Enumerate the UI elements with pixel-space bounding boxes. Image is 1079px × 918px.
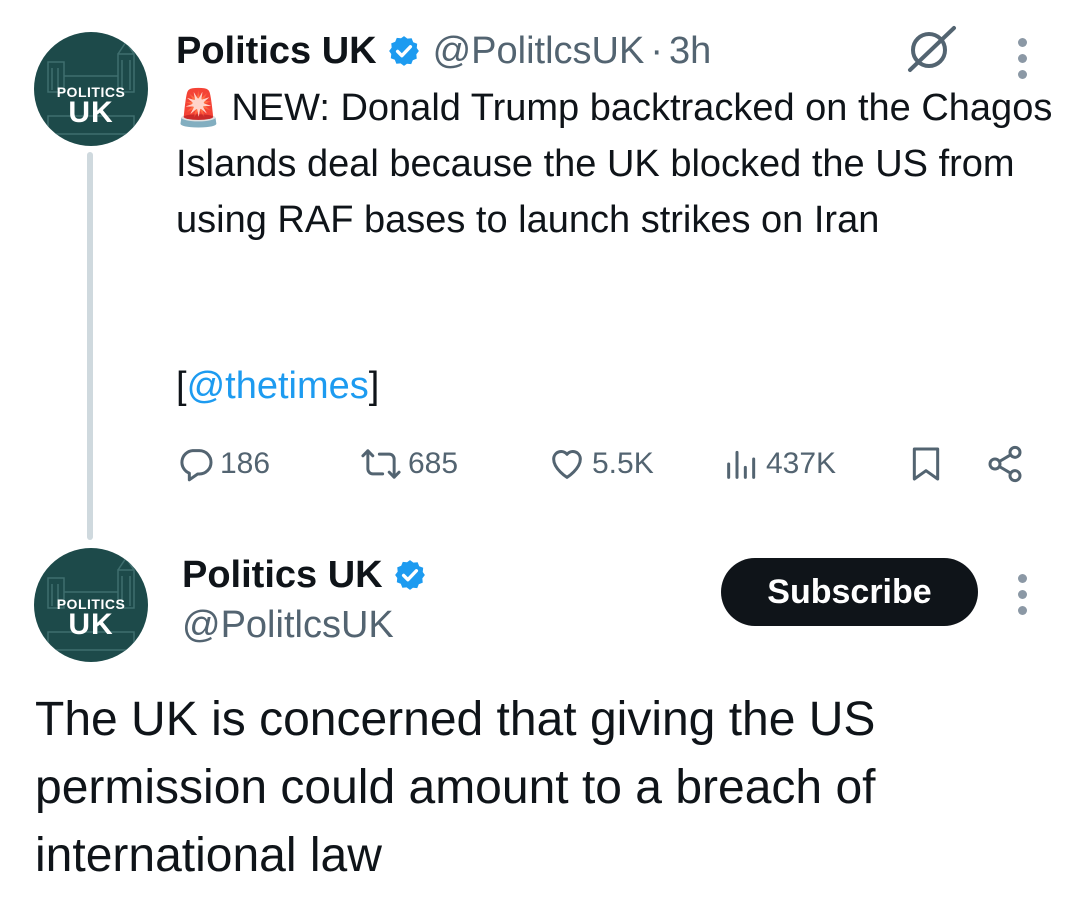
view-count: 437K <box>766 447 837 480</box>
author-name[interactable]: Politics UK <box>176 30 377 73</box>
author-handle[interactable]: @PolitlcsUK <box>182 604 394 647</box>
repost-icon <box>361 449 401 479</box>
subscribe-button[interactable]: Subscribe <box>721 558 978 626</box>
mention-link[interactable]: @thetimes <box>187 365 369 407</box>
verified-badge-icon <box>388 36 419 66</box>
timestamp[interactable]: 3h <box>669 30 711 73</box>
avatar-logo-big-text: UK <box>68 96 114 129</box>
tweet-source: [@thetimes] <box>176 358 1056 414</box>
separator-dot: · <box>650 29 663 72</box>
like-count: 5.5K <box>592 447 654 480</box>
tweet-body: The UK is concerned that giving the US p… <box>35 693 876 882</box>
tweet-text: 🚨 NEW: Donald Trump backtracked on the C… <box>176 80 1056 248</box>
grok-icon[interactable] <box>904 24 958 79</box>
tweet-header: Politics UK @PolitlcsUK · 3h <box>176 28 711 74</box>
like-button[interactable]: 5.5K <box>546 444 654 484</box>
like-icon <box>552 450 582 479</box>
views-icon <box>727 450 756 479</box>
author-handle[interactable]: @PolitlcsUK <box>433 30 645 73</box>
reply-button[interactable]: 186 <box>176 444 270 484</box>
reply-icon <box>180 449 213 482</box>
bookmark-icon[interactable] <box>906 444 946 489</box>
avatar[interactable]: POLITICS UK <box>34 548 148 662</box>
avatar[interactable]: POLITICS UK <box>34 32 148 146</box>
more-icon[interactable] <box>1018 574 1028 622</box>
verified-badge-icon <box>394 560 425 590</box>
repost-button[interactable]: 685 <box>358 444 458 484</box>
share-icon[interactable] <box>984 444 1026 489</box>
tweet-header: Politics UK <box>182 552 427 598</box>
views-button[interactable]: 437K <box>722 444 836 484</box>
repost-count: 685 <box>408 447 459 480</box>
bracket-close: ] <box>368 365 380 407</box>
siren-emoji: 🚨 <box>176 87 221 128</box>
thread-connector-line <box>87 152 93 540</box>
author-name[interactable]: Politics UK <box>182 554 383 597</box>
reply-count: 186 <box>220 447 271 480</box>
bracket-open: [ <box>176 365 187 407</box>
more-icon[interactable] <box>1018 38 1028 86</box>
tweet-body: NEW: Donald Trump backtracked on the Cha… <box>176 87 1053 241</box>
avatar-logo-big-text: UK <box>68 608 114 641</box>
